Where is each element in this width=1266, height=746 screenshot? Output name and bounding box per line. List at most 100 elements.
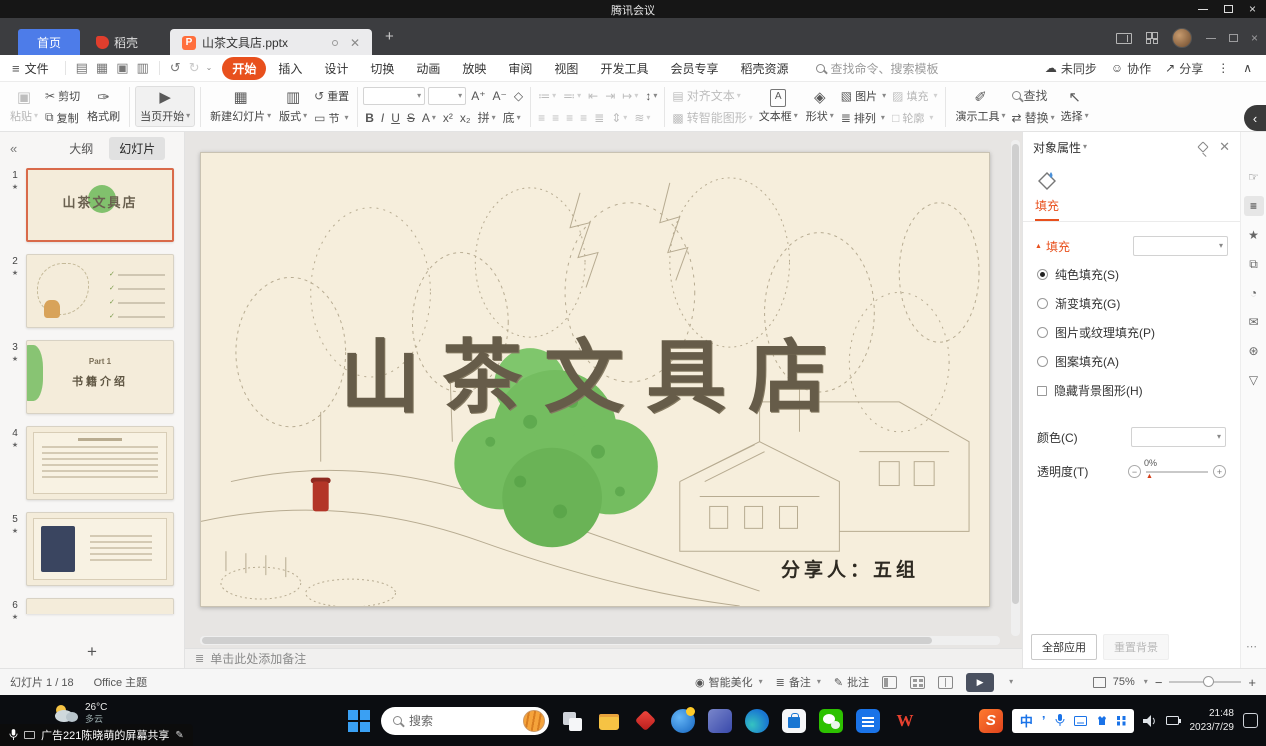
object-properties-icon[interactable]: ≡ bbox=[1244, 196, 1264, 216]
user-avatar[interactable] bbox=[1172, 28, 1192, 48]
fill-option-3[interactable]: 图案填充(A) bbox=[1023, 347, 1240, 376]
undo-icon[interactable]: ↺ bbox=[170, 60, 181, 76]
menu-animation[interactable]: 动画 bbox=[406, 57, 450, 80]
menu-devtools[interactable]: 开发工具 bbox=[590, 57, 658, 80]
inc-font-button[interactable]: A⁺ bbox=[469, 89, 487, 103]
command-search[interactable]: 查找命令、搜索模板 bbox=[816, 60, 938, 77]
notification-center-icon[interactable] bbox=[1243, 713, 1258, 728]
pin-panel-icon[interactable] bbox=[1197, 141, 1208, 152]
redo-icon[interactable]: ↻ bbox=[189, 60, 200, 76]
section-button[interactable]: ▭节▾ bbox=[311, 108, 352, 127]
justify-button[interactable]: ≡ bbox=[578, 111, 589, 125]
shapes-button[interactable]: ◈形状▾ bbox=[802, 87, 838, 126]
comments-button[interactable]: ✎ 批注 bbox=[834, 674, 869, 690]
new-slide-button[interactable]: ▦新建幻灯片▾ bbox=[206, 87, 275, 126]
tab-document[interactable]: P 山茶文具店.pptx ✕ bbox=[170, 29, 372, 56]
menu-design[interactable]: 设计 bbox=[314, 57, 358, 80]
zoom-slider[interactable] bbox=[1169, 681, 1241, 683]
image-button[interactable]: ▧图片▾ bbox=[838, 86, 889, 105]
sync-status[interactable]: ☁未同步 bbox=[1045, 60, 1097, 77]
fill-button[interactable]: ▨填充▾ bbox=[889, 86, 940, 105]
select-button[interactable]: ↖选择▾ bbox=[1057, 87, 1093, 126]
minimize-icon[interactable] bbox=[1198, 9, 1208, 10]
menu-insert[interactable]: 插入 bbox=[268, 57, 312, 80]
font-size-select[interactable]: ▾ bbox=[428, 87, 466, 105]
zoom-out-button[interactable]: − bbox=[1155, 675, 1163, 690]
selection-pane-icon[interactable]: ⧉ bbox=[1244, 254, 1264, 274]
numbering-button[interactable]: ≕▾ bbox=[561, 89, 583, 103]
ime-mode[interactable]: 中 bbox=[1020, 711, 1033, 730]
wps-minimize-icon[interactable] bbox=[1206, 38, 1216, 39]
format-painter-button[interactable]: ✑格式刷 bbox=[83, 87, 124, 126]
file-menu[interactable]: 文件 bbox=[25, 60, 49, 77]
start-button[interactable] bbox=[348, 710, 370, 732]
sort-button[interactable]: ↕▾ bbox=[643, 89, 659, 103]
tab-home[interactable]: 首页 bbox=[18, 29, 80, 56]
color-select[interactable]: ▾ bbox=[1131, 427, 1226, 447]
reset-button[interactable]: ↺重置 bbox=[311, 86, 352, 105]
slide-thumbnail[interactable]: ✓✓✓✓ bbox=[26, 254, 174, 328]
italic-button[interactable]: I bbox=[379, 111, 386, 125]
slide-thumbnail[interactable] bbox=[26, 426, 174, 500]
close-tab-icon[interactable]: ✕ bbox=[350, 36, 360, 50]
close-icon[interactable]: × bbox=[1249, 3, 1256, 15]
settings-icon[interactable]: ⊛ bbox=[1244, 341, 1264, 361]
paste-button[interactable]: ▣粘贴▾ bbox=[6, 87, 42, 126]
reading-view-icon[interactable] bbox=[938, 676, 953, 689]
menu-member[interactable]: 会员专享 bbox=[660, 57, 728, 80]
store-icon[interactable] bbox=[782, 709, 806, 733]
normal-view-icon[interactable] bbox=[882, 676, 897, 689]
menu-transition[interactable]: 切换 bbox=[360, 57, 404, 80]
file-explorer-icon[interactable] bbox=[597, 709, 621, 733]
horizontal-scrollbar[interactable] bbox=[200, 636, 1000, 645]
wechat-icon[interactable] bbox=[819, 709, 843, 733]
slideshow-play-button[interactable]: ▶ bbox=[966, 673, 994, 692]
app-question-icon[interactable] bbox=[671, 709, 695, 733]
network-battery-icon[interactable] bbox=[1166, 715, 1181, 727]
play-from-current-button[interactable]: ▶当页开始▾ bbox=[135, 86, 195, 127]
notes-bar[interactable]: ≣ 单击此处添加备注 bbox=[185, 648, 1022, 668]
animation-pane-icon[interactable]: ★ bbox=[1244, 225, 1264, 245]
apply-all-button[interactable]: 全部应用 bbox=[1031, 634, 1097, 660]
fill-option-2[interactable]: 图片或纹理填充(P) bbox=[1023, 318, 1240, 347]
copy-button[interactable]: ⧉复制 bbox=[42, 108, 83, 127]
cut-button[interactable]: ✂剪切 bbox=[42, 86, 83, 105]
tab-outline[interactable]: 大纲 bbox=[59, 137, 103, 160]
tab-slides[interactable]: 幻灯片 bbox=[109, 137, 165, 160]
replace-button[interactable]: ⇄替换▾ bbox=[1010, 109, 1057, 126]
vertical-scrollbar[interactable] bbox=[1011, 140, 1020, 636]
slide-sorter-icon[interactable] bbox=[910, 676, 925, 689]
rail-more-icon[interactable]: ⋯ bbox=[1246, 640, 1257, 653]
fill-option-0[interactable]: 纯色填充(S) bbox=[1023, 260, 1240, 289]
quick-tools-icon[interactable]: ☞ bbox=[1244, 167, 1264, 187]
timer-icon[interactable]: ◔ bbox=[1244, 283, 1264, 303]
weather-widget[interactable]: 26°C 多云 bbox=[52, 702, 107, 725]
zoom-in-button[interactable]: + bbox=[1248, 675, 1256, 690]
indent-button[interactable]: ⇥ bbox=[603, 89, 617, 103]
font-color-button[interactable]: A▾ bbox=[420, 111, 438, 125]
smartart-button[interactable]: ▩转智能图形▾ bbox=[670, 109, 754, 126]
more-icon[interactable]: ⋮ bbox=[1217, 61, 1229, 75]
ime-menu-icon[interactable] bbox=[1117, 716, 1126, 725]
menu-home[interactable]: 开始 bbox=[222, 57, 266, 80]
subscript-button[interactable]: x₂ bbox=[458, 111, 473, 125]
slide-thumbnail[interactable] bbox=[26, 512, 174, 586]
close-panel-icon[interactable]: ✕ bbox=[1219, 139, 1230, 155]
clock-widget[interactable]: 21:48 2023/7/29 bbox=[1190, 707, 1235, 734]
fill-preset-select[interactable]: ▾ bbox=[1133, 236, 1228, 256]
zoom-level[interactable]: 75% bbox=[1113, 676, 1135, 688]
align-text-button[interactable]: ▤对齐文本▾ bbox=[670, 87, 742, 104]
shading-button[interactable]: 底▾ bbox=[501, 109, 523, 126]
skin-icon[interactable] bbox=[1096, 715, 1108, 726]
strike-button[interactable]: S bbox=[405, 111, 417, 125]
app-red-icon[interactable] bbox=[634, 709, 658, 733]
superscript-button[interactable]: x² bbox=[441, 111, 455, 125]
keyboard-icon[interactable] bbox=[1074, 716, 1087, 726]
app-blue-icon[interactable] bbox=[708, 709, 732, 733]
dec-font-button[interactable]: A⁻ bbox=[491, 89, 509, 103]
layout-button[interactable]: ▥版式▾ bbox=[275, 87, 311, 126]
outline-button[interactable]: □轮廓▾ bbox=[889, 108, 940, 127]
underline-button[interactable]: U bbox=[389, 111, 402, 125]
align-right-button[interactable]: ≡ bbox=[564, 111, 575, 125]
align-left-button[interactable]: ≡ bbox=[536, 111, 547, 125]
